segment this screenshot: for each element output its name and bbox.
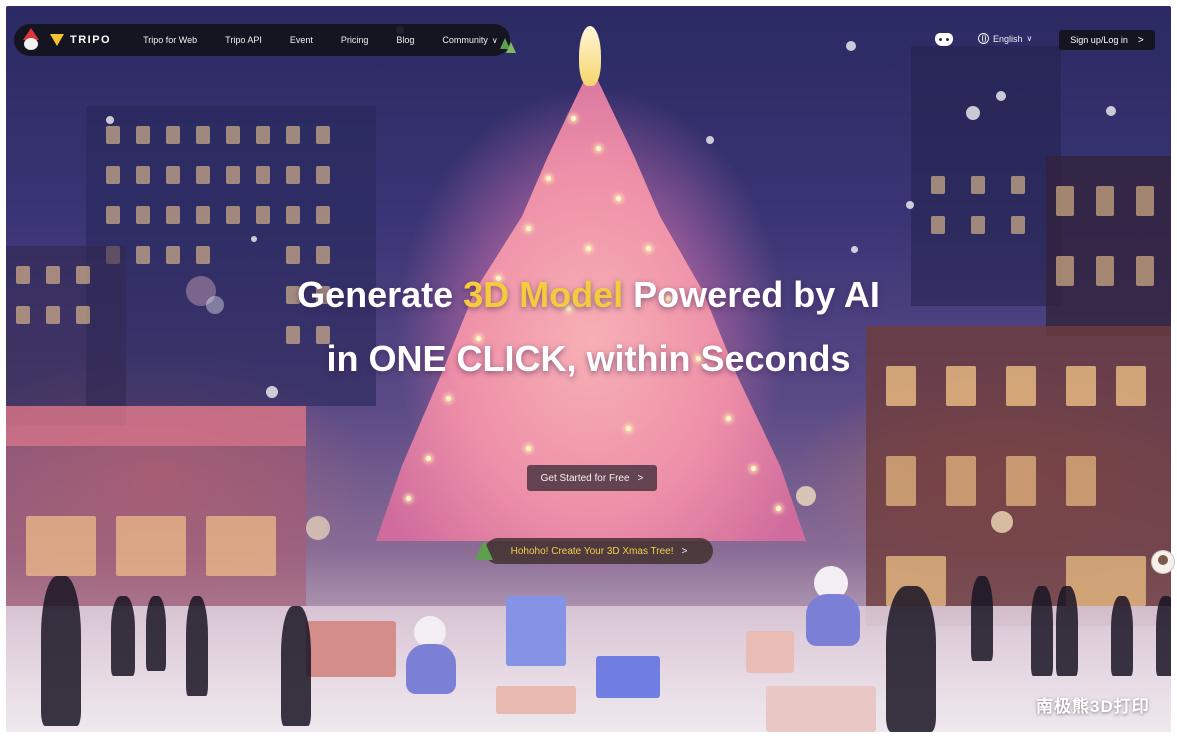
hero-headline-line2: in ONE CLICK, within Seconds xyxy=(326,338,851,379)
hero-line1-before: Generate xyxy=(297,274,464,315)
discord-icon[interactable] xyxy=(935,33,953,46)
signup-label: Sign up/Log in xyxy=(1070,35,1128,45)
snow-ground xyxy=(6,606,1171,732)
globe-icon xyxy=(978,33,989,44)
pedestrian xyxy=(1111,596,1133,676)
hero-headline-line1: Generate 3D Model Powered by AI xyxy=(0,274,1177,316)
xmas-tree-icon xyxy=(500,38,516,56)
signup-login-button[interactable]: Sign up/Log in > xyxy=(1059,30,1155,50)
santa-logo-icon xyxy=(20,28,42,52)
nav-item-tripo-for-web[interactable]: Tripo for Web xyxy=(143,35,197,45)
nav-item-pricing[interactable]: Pricing xyxy=(341,35,369,45)
nav-item-community-label: Community xyxy=(442,35,488,45)
pedestrian xyxy=(1156,596,1171,676)
hero-line1-accent: 3D Model xyxy=(463,274,624,315)
nav-item-event[interactable]: Event xyxy=(290,35,313,45)
top-navbar: TRIPO Tripo for Web Tripo API Event Pric… xyxy=(14,24,516,56)
brand-name: TRIPO xyxy=(70,34,112,46)
support-avatar[interactable] xyxy=(1151,550,1175,574)
gift-box xyxy=(496,686,576,714)
background-building xyxy=(6,246,126,426)
nav-item-community[interactable]: Community ∨ xyxy=(442,35,497,45)
tree-topper xyxy=(579,26,601,86)
watermark-text: 南极熊3D打印 xyxy=(1036,697,1150,716)
get-started-label: Get Started for Free xyxy=(540,472,630,484)
language-label: English xyxy=(993,33,1023,44)
pedestrian xyxy=(1031,586,1053,676)
pedestrian xyxy=(971,576,993,661)
gift-box xyxy=(306,621,396,677)
chevron-down-icon: ∨ xyxy=(1026,34,1033,43)
pedestrian xyxy=(281,606,311,726)
nav-item-blog[interactable]: Blog xyxy=(396,35,414,45)
tripo-logo-icon xyxy=(50,34,64,46)
pedestrian xyxy=(1056,586,1078,676)
gift-box xyxy=(766,686,876,732)
hero-line1-after: Powered by AI xyxy=(623,274,880,315)
gift-box xyxy=(596,656,660,698)
xmas-promo-label: Hohoho! Create Your 3D Xmas Tree! xyxy=(510,545,674,557)
chevron-down-icon: ∨ xyxy=(491,36,498,45)
nav-item-tripo-api[interactable]: Tripo API xyxy=(225,35,262,45)
brand-logo[interactable]: TRIPO xyxy=(20,28,111,52)
chevron-right-icon: > xyxy=(681,545,688,557)
pedestrian xyxy=(111,596,135,676)
xmas-tree-promo-button[interactable]: Hohoho! Create Your 3D Xmas Tree! > xyxy=(475,538,713,564)
chevron-right-icon: > xyxy=(1137,34,1144,46)
christmas-tree xyxy=(376,66,806,541)
background-building xyxy=(911,46,1061,306)
language-selector[interactable]: English ∨ xyxy=(978,33,1032,44)
shop-building xyxy=(6,406,306,606)
pedestrian xyxy=(41,576,81,726)
chevron-right-icon: > xyxy=(637,472,644,484)
pedestrian xyxy=(886,586,936,732)
get-started-button[interactable]: Get Started for Free > xyxy=(527,465,657,491)
pedestrian xyxy=(186,596,208,696)
gift-box xyxy=(746,631,794,673)
gift-box xyxy=(506,596,566,666)
xmas-tree-icon xyxy=(475,540,493,562)
pedestrian xyxy=(146,596,166,671)
